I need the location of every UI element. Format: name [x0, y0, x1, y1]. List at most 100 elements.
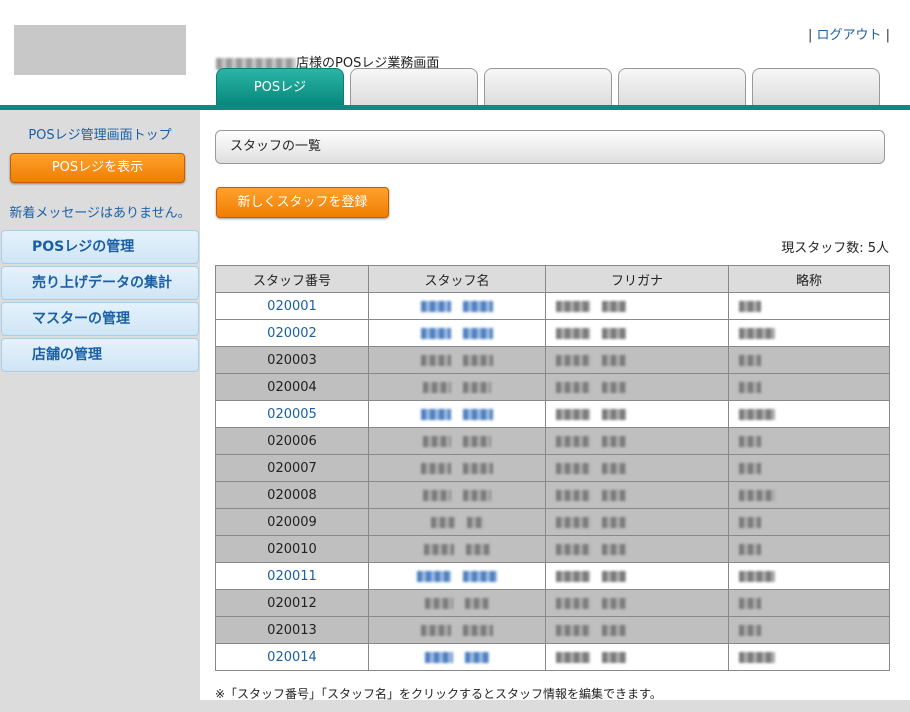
staff-number-cell: 020003 [215, 346, 369, 374]
redacted-text [420, 408, 451, 420]
logout-link[interactable]: ログアウト [816, 28, 881, 43]
table-row: 020012 [215, 589, 890, 617]
abbreviation-cell [728, 319, 890, 347]
redacted-text [556, 435, 590, 447]
redacted-text [422, 435, 451, 447]
redacted-text [556, 516, 590, 528]
redacted-text [739, 435, 761, 447]
redacted-text [556, 381, 590, 393]
staff-number-cell: 020004 [215, 373, 369, 401]
redacted-text [739, 651, 775, 663]
redacted-text [420, 462, 451, 474]
redacted-text [602, 462, 627, 474]
redacted-text [602, 435, 627, 447]
staff-name-cell[interactable] [368, 400, 546, 428]
redacted-text [467, 516, 484, 528]
redacted-text [556, 543, 590, 555]
table-row: 020009 [215, 508, 890, 536]
redacted-text [739, 300, 761, 312]
staff-number-cell[interactable]: 020014 [215, 643, 369, 671]
furigana-cell [545, 616, 729, 644]
abbreviation-cell [728, 562, 890, 590]
staff-number-cell[interactable]: 020011 [215, 562, 369, 590]
furigana-cell [545, 508, 729, 536]
abbreviation-cell [728, 292, 890, 320]
staff-count: 現スタッフ数: 5人 [781, 241, 889, 256]
table-row: 020004 [215, 373, 890, 401]
tab-4[interactable] [752, 68, 880, 106]
redacted-text [420, 300, 451, 312]
sidebar-menu-item[interactable]: 店舗の管理 [1, 338, 199, 372]
staff-number-cell: 020009 [215, 508, 369, 536]
redacted-text [739, 543, 761, 555]
abbreviation-cell [728, 373, 890, 401]
redacted-text [556, 354, 590, 366]
top-tabs: POSレジ [216, 68, 880, 106]
redacted-text [602, 543, 627, 555]
staff-name-cell [368, 616, 546, 644]
staff-number-cell[interactable]: 020002 [215, 319, 369, 347]
logout-separator: | [881, 28, 890, 43]
sidebar-menu-item[interactable]: マスターの管理 [1, 302, 199, 336]
redacted-text [424, 597, 453, 609]
col-header-abbreviation: 略称 [728, 265, 890, 293]
sidebar-menu-item[interactable]: 売り上げデータの集計 [1, 266, 199, 300]
staff-name-cell[interactable] [368, 643, 546, 671]
sidebar-menu-item[interactable]: POSレジの管理 [1, 230, 199, 264]
staff-name-cell [368, 589, 546, 617]
redacted-text [739, 516, 761, 528]
redacted-text [430, 516, 455, 528]
redacted-text [420, 354, 451, 366]
table-row: 020005 [215, 400, 890, 428]
tab-1[interactable] [350, 68, 478, 106]
staff-table: スタッフ番号 スタッフ名 フリガナ 略称 020001 020002 02000… [215, 265, 890, 671]
redacted-text [739, 597, 761, 609]
furigana-cell [545, 454, 729, 482]
tab-2[interactable] [484, 68, 612, 106]
redacted-text [602, 300, 627, 312]
furigana-cell [545, 373, 729, 401]
abbreviation-cell [728, 589, 890, 617]
redacted-text [556, 300, 590, 312]
tab-3[interactable] [618, 68, 746, 106]
furigana-cell [545, 643, 729, 671]
furigana-cell [545, 346, 729, 374]
staff-name-cell [368, 346, 546, 374]
redacted-text [602, 489, 627, 501]
section-title: スタッフの一覧 [215, 130, 885, 164]
table-row: 020006 [215, 427, 890, 455]
staff-number-cell[interactable]: 020001 [215, 292, 369, 320]
tab-0[interactable]: POSレジ [216, 68, 344, 106]
redacted-text [463, 408, 494, 420]
no-messages-text: 新着メッセージはありません。 [9, 206, 191, 221]
staff-number-cell[interactable]: 020005 [215, 400, 369, 428]
staff-number-cell: 020008 [215, 481, 369, 509]
bottom-bar [200, 700, 910, 712]
redacted-text [739, 354, 761, 366]
staff-name-cell[interactable] [368, 562, 546, 590]
redacted-text [556, 408, 590, 420]
redacted-text [602, 516, 627, 528]
redacted-text [463, 624, 494, 636]
redacted-text [422, 489, 451, 501]
table-row: 020008 [215, 481, 890, 509]
redacted-text [556, 327, 590, 339]
show-pos-button[interactable]: POSレジを表示 [10, 153, 185, 183]
staff-name-cell [368, 373, 546, 401]
abbreviation-cell [728, 400, 890, 428]
pos-admin-top-link[interactable]: POSレジ管理画面トップ [0, 124, 200, 143]
register-staff-button[interactable]: 新しくスタッフを登録 [216, 187, 389, 218]
staff-name-cell [368, 481, 546, 509]
redacted-text [422, 381, 451, 393]
staff-name-cell[interactable] [368, 319, 546, 347]
staff-name-cell[interactable] [368, 292, 546, 320]
redacted-text [739, 462, 761, 474]
redacted-text [556, 624, 590, 636]
abbreviation-cell [728, 508, 890, 536]
staff-number-cell: 020012 [215, 589, 369, 617]
redacted-text [602, 327, 627, 339]
furigana-cell [545, 319, 729, 347]
redacted-text [556, 651, 590, 663]
redacted-text [602, 408, 627, 420]
furigana-cell [545, 292, 729, 320]
